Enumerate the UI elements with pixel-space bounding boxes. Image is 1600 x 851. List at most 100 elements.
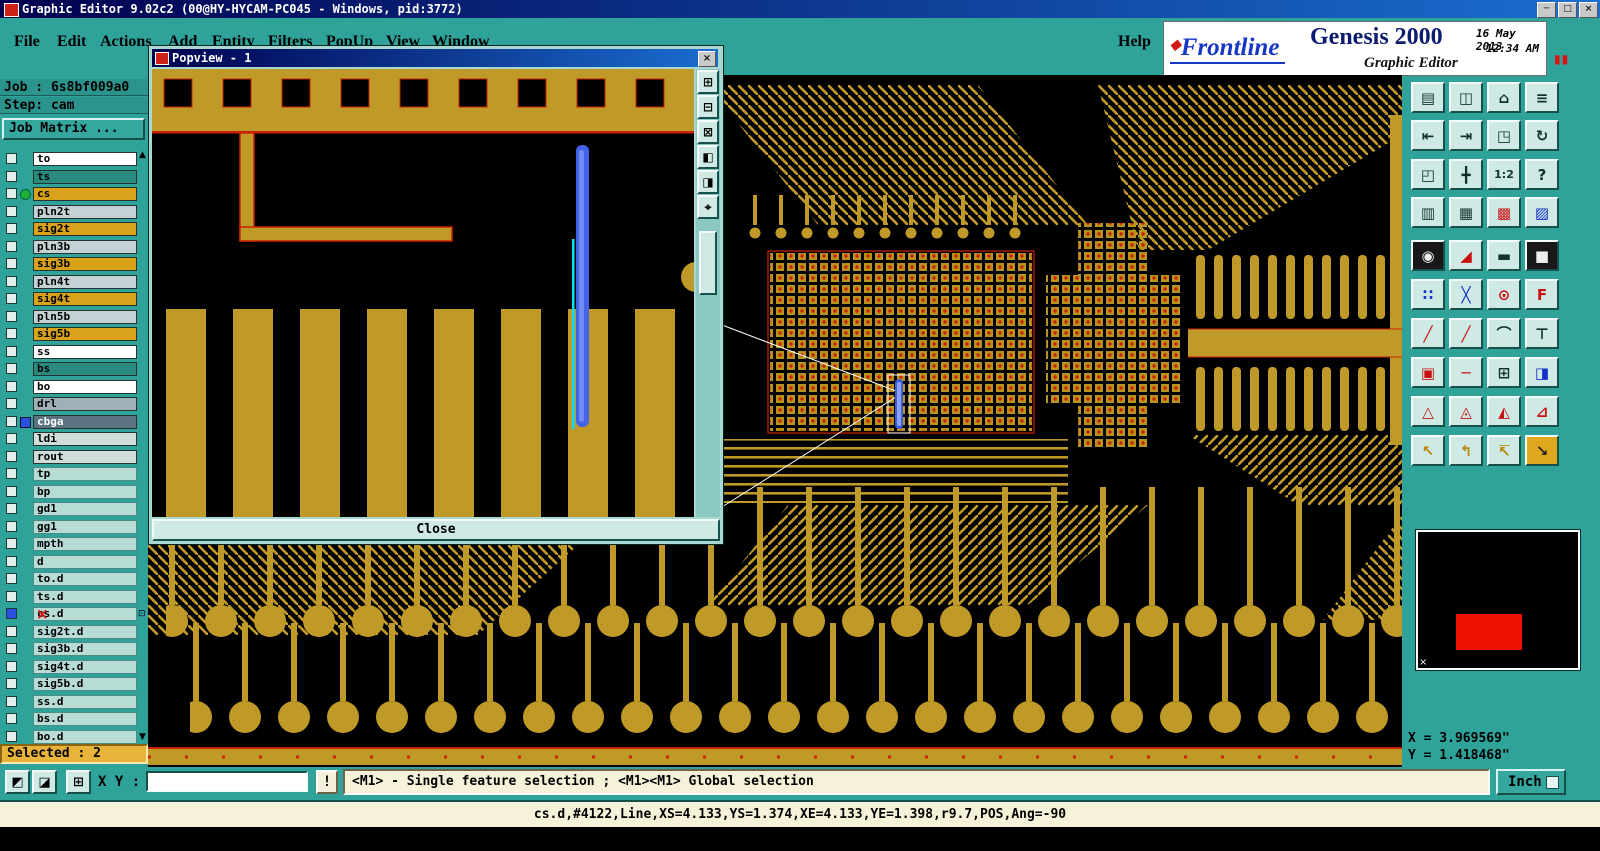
maximize-icon[interactable]: □ — [1558, 2, 1577, 18]
layer-name[interactable]: sig4t.d — [33, 660, 137, 674]
layer-name[interactable]: pln4t — [33, 275, 137, 289]
pad-insert-button[interactable]: ▣ — [1411, 357, 1445, 388]
popview-canvas[interactable] — [152, 69, 711, 517]
layer-name[interactable]: to — [33, 152, 137, 166]
flip-button[interactable]: F — [1525, 279, 1559, 310]
layer-checkbox[interactable] — [6, 731, 17, 742]
layer-scroll-up-icon[interactable]: ▲ — [139, 150, 146, 160]
popview-next-button[interactable]: ◨ — [697, 170, 719, 194]
layer-checkbox[interactable] — [6, 188, 17, 199]
popview-center-button[interactable]: ⌖ — [697, 195, 719, 219]
layer-name[interactable]: sig5b — [33, 327, 137, 341]
layer-name[interactable]: bs — [33, 362, 137, 376]
color-grid-button[interactable]: ▨ — [1525, 197, 1559, 228]
layer-checkbox[interactable] — [6, 643, 17, 654]
layer-name[interactable]: cbga — [33, 415, 137, 429]
layer-checkbox[interactable] — [6, 276, 17, 287]
screen-copy-button[interactable]: ◫ — [1449, 82, 1483, 113]
layer-name[interactable]: gd1 — [33, 502, 137, 516]
multi-select-button[interactable]: ↘ — [1525, 435, 1559, 466]
menu-edit[interactable]: Edit — [57, 33, 86, 51]
layer-checkbox[interactable] — [6, 713, 17, 724]
text-tool-button[interactable]: ⊤ — [1525, 318, 1559, 349]
layer-checkbox[interactable] — [6, 381, 17, 392]
popview-zoom-in-button[interactable]: ⊞ — [697, 70, 719, 94]
layer-checkbox[interactable] — [6, 153, 17, 164]
popview-prev-button[interactable]: ◧ — [697, 145, 719, 169]
pan-center-button[interactable]: ╋ — [1449, 159, 1483, 190]
layer-checkbox[interactable] — [6, 538, 17, 549]
pan-left-button[interactable]: ⇤ — [1411, 120, 1445, 151]
layer-name[interactable]: rout — [33, 450, 137, 464]
paste-button[interactable]: ▤ — [1411, 82, 1445, 113]
layer-name[interactable]: ldi — [33, 432, 137, 446]
layer-name[interactable]: bs.d — [33, 712, 137, 726]
snap-angle-button[interactable]: ◪ — [32, 770, 57, 794]
layer-name[interactable]: gg1 — [33, 520, 137, 534]
layer-checkbox[interactable] — [6, 398, 17, 409]
layer-checkbox[interactable] — [6, 346, 17, 357]
redraw-button[interactable]: ↻ — [1525, 120, 1559, 151]
layer-checkbox[interactable] — [6, 661, 17, 672]
layer-name[interactable]: d — [33, 555, 137, 569]
delete-button[interactable]: ╳ — [1449, 279, 1483, 310]
job-matrix-button[interactable]: Job Matrix ... — [2, 118, 145, 140]
layer-name[interactable]: pln2t — [33, 205, 137, 219]
layer-scroll-down-icon[interactable]: ▼ — [139, 732, 146, 742]
layer-checkbox[interactable] — [6, 573, 17, 584]
layer-checkbox[interactable] — [6, 328, 17, 339]
highlight-triangle-button[interactable]: △ — [1411, 396, 1445, 427]
zoom-ratio-button[interactable]: 1:2 — [1487, 159, 1521, 190]
grid-button[interactable]: ▦ — [1449, 197, 1483, 228]
layer-name[interactable]: drl — [33, 397, 137, 411]
layer-name[interactable]: bo.d — [33, 730, 137, 744]
menu-help[interactable]: Help — [1118, 33, 1151, 51]
zoom-fit-button[interactable]: ◰ — [1411, 159, 1445, 190]
select-circle-button[interactable]: ↸ — [1487, 435, 1521, 466]
layer-name[interactable]: pln5b — [33, 310, 137, 324]
copy-entity-button[interactable]: ⊞ — [1487, 357, 1521, 388]
layer-name[interactable]: sig4t — [33, 292, 137, 306]
layer-name[interactable]: sig3b — [33, 257, 137, 271]
select-box-button[interactable]: ↰ — [1449, 435, 1483, 466]
layer-checkbox[interactable] — [6, 258, 17, 269]
home-button[interactable]: ⌂ — [1487, 82, 1521, 113]
triangle-measure-button[interactable]: ⊿ — [1525, 396, 1559, 427]
popview-zoom-out-button[interactable]: ⊟ — [697, 95, 719, 119]
layer-name[interactable]: cs — [33, 187, 137, 201]
layer-name[interactable]: sig2t — [33, 222, 137, 236]
layer-name[interactable]: to.d — [33, 572, 137, 586]
layer-name[interactable]: ss — [33, 345, 137, 359]
snap-mode-button[interactable]: ◩ — [5, 770, 30, 794]
layer-checkbox[interactable] — [6, 451, 17, 462]
move-point-button[interactable]: ⊙ — [1487, 279, 1521, 310]
layer-name[interactable]: bo — [33, 380, 137, 394]
layer-checkbox[interactable] — [6, 591, 17, 602]
popview-close-icon[interactable]: × — [698, 51, 716, 67]
xy-input[interactable] — [146, 771, 308, 792]
layer-name[interactable]: ss.d — [33, 695, 137, 709]
layer-name[interactable]: ts — [33, 170, 137, 184]
layer-checkbox[interactable] — [6, 678, 17, 689]
layer-checkbox[interactable] — [6, 171, 17, 182]
line-width-button[interactable]: ▬ — [1487, 240, 1521, 271]
layer-name[interactable]: bp — [33, 485, 137, 499]
pan-right-button[interactable]: ⇥ — [1449, 120, 1483, 151]
popview-close-button[interactable]: Close — [152, 519, 720, 541]
layer-checkbox[interactable] — [6, 241, 17, 252]
line-insert-button[interactable]: ─ — [1449, 357, 1483, 388]
layer-checkbox[interactable] — [6, 363, 17, 374]
window-titlebar[interactable]: Graphic Editor 9.02c2 (00@HY-HYCAM-PC045… — [0, 0, 1600, 18]
arc-button[interactable]: ⌒ — [1487, 318, 1521, 349]
layer-checkbox[interactable] — [6, 223, 17, 234]
pause-icon[interactable]: ▮▮ — [1554, 52, 1569, 66]
popview-titlebar[interactable]: Popview - 1 × — [152, 49, 718, 67]
popview-pan-button[interactable]: ⊠ — [697, 120, 719, 144]
select-points-button[interactable]: ∷ — [1411, 279, 1445, 310]
snap-grid-button[interactable]: ▩ — [1487, 197, 1521, 228]
layer-checkbox[interactable] — [6, 503, 17, 514]
units-button[interactable]: Inch — [1496, 769, 1566, 795]
layer-checkbox[interactable] — [6, 556, 17, 567]
filter-triangle-button[interactable]: ◬ — [1449, 396, 1483, 427]
popview-window[interactable]: Popview - 1 × ⊞ ⊟ ⊠ ◧ ◨ ⌖ Close — [148, 45, 724, 545]
